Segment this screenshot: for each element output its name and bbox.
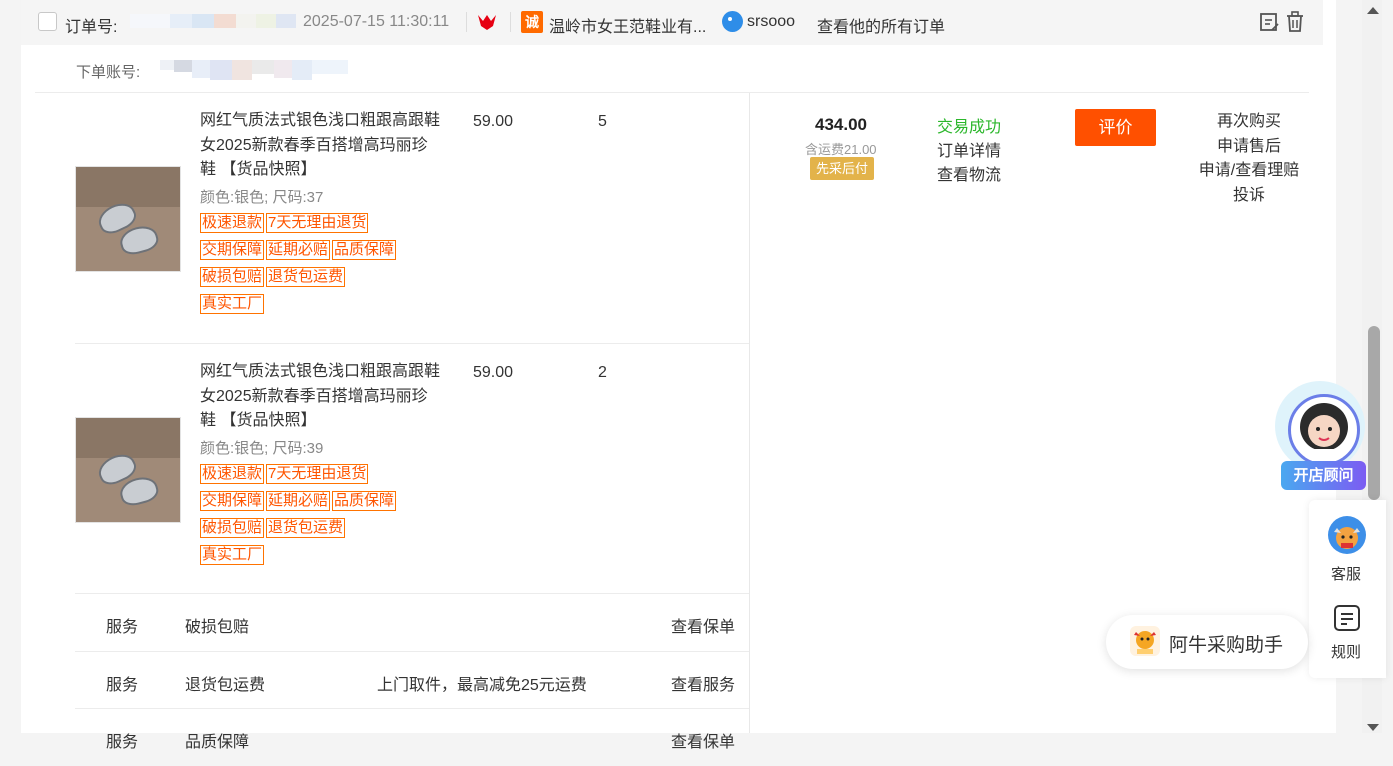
view-service-link[interactable]: 查看服务	[671, 671, 735, 695]
order-no-masked	[130, 14, 296, 28]
order-actions: 再次购买 申请售后 申请/查看理赔 投诉	[1196, 110, 1302, 208]
tag-delay-compensation[interactable]: 延期必赔	[266, 240, 331, 260]
service-desc: 上门取件，最高减免25元运费	[377, 677, 587, 694]
order-status: 交易成功	[937, 119, 1002, 136]
buyer-level-icon	[476, 12, 498, 37]
service-tags: 极速退款 7天无理由退货 交期保障 延期必赔 品质保障 破损包赔 退货包运费 真实工厂	[200, 213, 440, 321]
customer-service-label[interactable]: 客服	[1331, 563, 1361, 584]
service-name: 品质保障	[185, 734, 250, 751]
product-title[interactable]: 网红气质法式银色浅口粗跟高跟鞋女2025新款春季百搭增高玛丽珍鞋 【货品快照】	[200, 109, 440, 183]
snapshot-link[interactable]: 【货品快照】	[220, 412, 316, 429]
tag-real-factory[interactable]: 真实工厂	[200, 294, 265, 314]
tag-quality-guarantee[interactable]: 品质保障	[332, 240, 397, 260]
advisor-avatar[interactable]	[1288, 394, 1360, 466]
shop-name-link[interactable]: 温岭市女王范鞋业有...	[549, 13, 706, 37]
order-item: 网红气质法式银色浅口粗跟高跟鞋女2025新款春季百搭增高玛丽珍鞋 【货品快照】 …	[75, 344, 750, 594]
tag-real-factory[interactable]: 真实工厂	[200, 545, 265, 565]
order-total: 434.00	[815, 115, 867, 134]
assistant-icon	[1130, 626, 1160, 656]
unit-price: 59.00	[473, 364, 514, 381]
service-label: 服务	[106, 619, 139, 636]
rate-button[interactable]: 评价	[1075, 109, 1156, 146]
tag-return-shipping[interactable]: 退货包运费	[266, 267, 346, 287]
order-no-label: 订单号:	[65, 19, 118, 36]
note-icon[interactable]	[1259, 12, 1280, 38]
tag-delay-compensation[interactable]: 延期必赔	[266, 491, 331, 511]
service-tags: 极速退款 7天无理由退货 交期保障 延期必赔 品质保障 破损包赔 退货包运费 真实工厂	[200, 464, 440, 572]
pay-later-badge: 先采后付	[810, 157, 874, 180]
wangwang-chat-icon[interactable]	[722, 11, 743, 32]
quantity: 5	[598, 113, 607, 130]
view-logistics-link[interactable]: 查看物流	[937, 161, 1001, 185]
order-datetime: 2025-07-15 11:30:11	[303, 13, 450, 30]
chengxin-icon: 诚	[521, 11, 543, 33]
advisor-label[interactable]: 开店顾问	[1281, 461, 1366, 490]
service-name: 破损包赔	[185, 619, 250, 636]
after-sale-link[interactable]: 申请售后	[1196, 135, 1302, 160]
unit-price: 59.00	[473, 113, 514, 130]
delete-icon[interactable]	[1285, 11, 1305, 38]
wangwang-name[interactable]: srsooo	[747, 13, 795, 31]
scroll-down-icon[interactable]	[1366, 720, 1380, 738]
account-label: 下单账号:	[76, 64, 141, 81]
tag-fast-refund[interactable]: 极速退款	[200, 213, 265, 233]
order-detail-link[interactable]: 订单详情	[937, 137, 1001, 161]
rules-icon[interactable]	[1333, 604, 1361, 637]
service-row: 服务 退货包运费 上门取件，最高减免25元运费 查看服务	[75, 652, 750, 709]
tag-damage-compensation[interactable]: 破损包赔	[200, 518, 265, 538]
tag-fast-refund[interactable]: 极速退款	[200, 464, 265, 484]
product-spec: 颜色:银色; 尺码:39	[200, 440, 324, 457]
tag-quality-guarantee[interactable]: 品质保障	[332, 491, 397, 511]
snapshot-link[interactable]: 【货品快照】	[220, 161, 316, 178]
customer-service-icon[interactable]	[1328, 516, 1366, 554]
tag-7day-return[interactable]: 7天无理由退货	[266, 213, 369, 233]
view-policy-link[interactable]: 查看保单	[671, 613, 735, 637]
divider	[466, 12, 467, 32]
order-item: 网红气质法式银色浅口粗跟高跟鞋女2025新款春季百搭增高玛丽珍鞋 【货品快照】 …	[75, 93, 750, 343]
service-row: 服务 破损包赔 查看保单	[75, 594, 750, 651]
product-thumbnail[interactable]	[75, 417, 181, 523]
shipping-fee: 含运费21.00	[805, 142, 877, 157]
service-name: 退货包运费	[185, 677, 266, 694]
tag-7day-return[interactable]: 7天无理由退货	[266, 464, 369, 484]
tag-return-shipping[interactable]: 退货包运费	[266, 518, 346, 538]
product-title[interactable]: 网红气质法式银色浅口粗跟高跟鞋女2025新款春季百搭增高玛丽珍鞋 【货品快照】	[200, 360, 440, 434]
claim-link[interactable]: 申请/查看理赔	[1196, 159, 1302, 184]
divider	[510, 12, 511, 32]
service-row: 服务 品质保障 查看保单	[75, 709, 750, 766]
scroll-up-icon[interactable]	[1366, 2, 1380, 20]
rules-label[interactable]: 规则	[1331, 641, 1361, 662]
complaint-link[interactable]: 投诉	[1196, 184, 1302, 209]
view-all-orders-link[interactable]: 查看他的所有订单	[817, 13, 945, 37]
quantity: 2	[598, 364, 607, 381]
view-policy-link[interactable]: 查看保单	[671, 728, 735, 752]
service-label: 服务	[106, 734, 139, 751]
tag-delivery-guarantee[interactable]: 交期保障	[200, 240, 265, 260]
buy-again-link[interactable]: 再次购买	[1196, 110, 1302, 135]
product-spec: 颜色:银色; 尺码:37	[200, 189, 324, 206]
order-checkbox[interactable]	[38, 12, 57, 31]
product-thumbnail[interactable]	[75, 166, 181, 272]
assistant-label[interactable]: 阿牛采购助手	[1169, 630, 1283, 657]
service-label: 服务	[106, 677, 139, 694]
tag-delivery-guarantee[interactable]: 交期保障	[200, 491, 265, 511]
scrollbar-thumb[interactable]	[1368, 326, 1380, 500]
account-masked	[160, 60, 348, 80]
tag-damage-compensation[interactable]: 破损包赔	[200, 267, 265, 287]
